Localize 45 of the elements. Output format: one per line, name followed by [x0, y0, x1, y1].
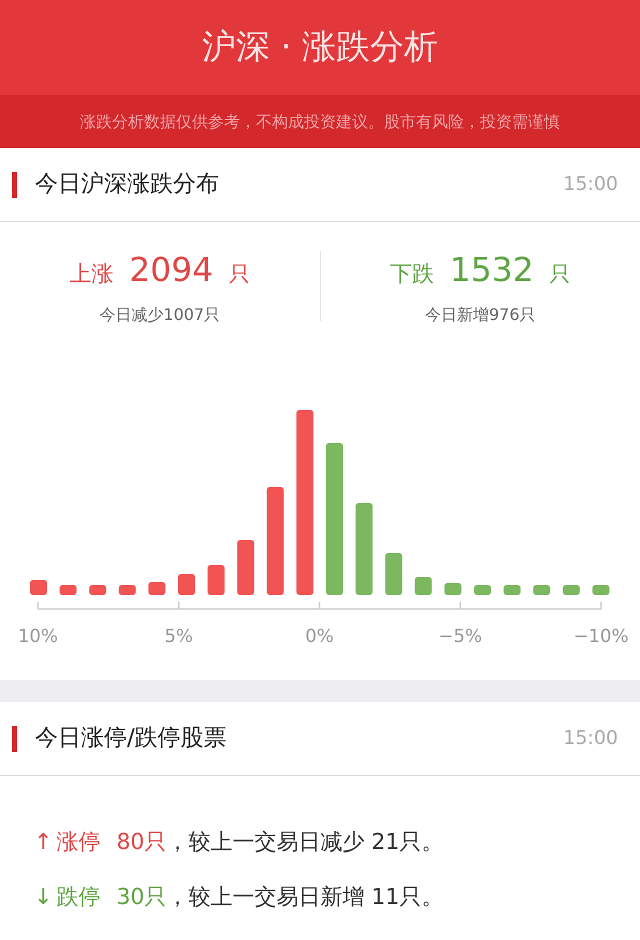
histogram-bar [60, 585, 77, 595]
arrow-icon: ↑ [34, 826, 52, 859]
stat-change: 今日减少1007只 [99, 304, 220, 326]
limit-comparison: ，较上一交易日减少 21只。 [166, 829, 444, 857]
stat-change: 今日新增976只 [424, 304, 536, 326]
histogram-bar [474, 585, 491, 595]
section-marker [12, 172, 17, 198]
histogram-bar [118, 585, 136, 595]
histogram-bar [533, 585, 550, 595]
section-time: 15:00 [563, 172, 618, 198]
histogram-bar [208, 565, 225, 595]
histogram-bar [30, 580, 47, 595]
axis-label: 10% [18, 626, 58, 647]
axis-label: 0% [305, 626, 334, 647]
histogram-bar [385, 553, 402, 595]
page-title: 沪深 · 涨跌分析 [202, 26, 438, 69]
arrow-icon: ↓ [34, 881, 52, 914]
histogram-bar [444, 583, 462, 595]
stat-label: 下跌 [390, 261, 434, 290]
section-title: 今日涨停/跌停股票 [35, 724, 227, 754]
histogram-bar [592, 585, 610, 595]
disclaimer-text: 涨跌分析数据仅供参考，不构成投资建议。股市有风险，投资需谨慎 [80, 110, 560, 132]
axis-label: −5% [438, 626, 482, 647]
limit-comparison: ，较上一交易日新增 11只。 [166, 884, 444, 912]
stat-unit: 只 [229, 261, 250, 288]
histogram-bar [89, 585, 106, 595]
limit-count: 80只 [116, 829, 166, 857]
limit-count: 30只 [116, 884, 166, 912]
histogram-bar [562, 585, 580, 595]
stat-count: 1532 [450, 249, 534, 292]
stat-unit: 只 [550, 261, 571, 288]
limit-label: 涨停 [56, 829, 100, 857]
histogram-bar [414, 577, 432, 595]
axis-label: −10% [573, 626, 629, 647]
stat-label: 上涨 [69, 261, 114, 290]
histogram-bar [504, 585, 521, 595]
stat-count: 2094 [129, 249, 214, 292]
section-title: 今日沪深涨跌分布 [35, 170, 219, 200]
axis-label: 5% [164, 626, 194, 647]
section-time: 15:00 [563, 726, 618, 752]
histogram-bar [148, 582, 166, 595]
histogram-bar [237, 540, 254, 595]
limit-label: 跌停 [56, 884, 100, 912]
histogram-bar [178, 574, 195, 595]
section-marker [12, 726, 17, 752]
